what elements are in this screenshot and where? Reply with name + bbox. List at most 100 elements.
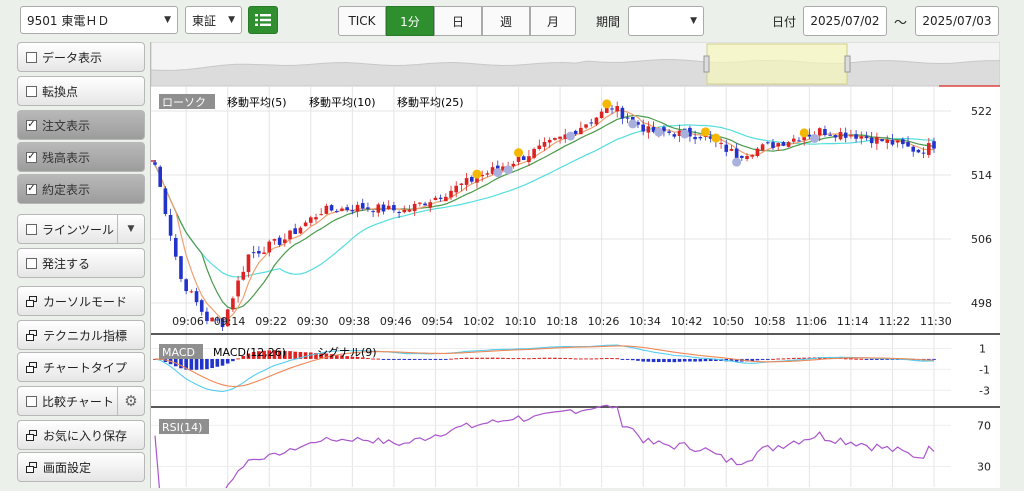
window-icon (26, 461, 38, 473)
trade-marker (602, 99, 612, 109)
macd-bar (194, 358, 199, 370)
price-tick-label: 498 (971, 297, 992, 310)
time-tick-label: 10:34 (629, 315, 661, 328)
compare-chart-toggle[interactable]: 比較チャート ⚙ (17, 386, 145, 416)
macd-axis: 1 -1 -3 (979, 342, 990, 397)
list-icon (255, 14, 271, 26)
candle-body (246, 254, 251, 273)
tab-tick[interactable]: TICK (338, 6, 386, 36)
candle-body (527, 156, 531, 163)
chart-canvas[interactable]: ローソク 移動平均(5) 移動平均(10) 移動平均(25) 498 506 514… (150, 41, 1001, 491)
candle-body (511, 163, 516, 167)
navigator-right-handle[interactable] (844, 55, 851, 73)
candle-body (599, 111, 604, 119)
macd-bar (288, 351, 292, 359)
checkbox-icon (26, 395, 37, 407)
candle-body (646, 126, 651, 133)
screen-settings-button[interactable]: 画面設定 (17, 452, 145, 482)
technical-indicator-button[interactable]: テクニカル指標 (17, 320, 145, 350)
chart-area[interactable]: ローソク 移動平均(5) 移動平均(10) 移動平均(25) 498 506 514… (150, 41, 1001, 491)
period-select[interactable]: ▼ (628, 6, 704, 36)
date-from-input[interactable]: 2025/07/02 (803, 6, 887, 36)
price-tick-label: 522 (971, 105, 992, 118)
macd-bar (438, 358, 443, 360)
candle-body (833, 135, 838, 138)
symbol-select[interactable]: 9501 東電ＨＤ ▼ (20, 6, 178, 34)
line-tool-toggle[interactable]: ラインツール ▼ (17, 214, 145, 244)
place-order-toggle[interactable]: 発注する (17, 248, 145, 278)
candle-body (766, 142, 770, 144)
macd-bar (766, 358, 770, 360)
candle-body (823, 128, 827, 136)
candle-body (542, 142, 547, 147)
window-icon (26, 361, 38, 373)
macd-bar (501, 357, 505, 359)
macd-bar (573, 358, 578, 360)
tab-1min[interactable]: 1分 (386, 6, 434, 36)
macd-bar (610, 358, 614, 360)
trade-marker (472, 169, 482, 179)
candle-body (153, 162, 157, 165)
macd-bar (698, 358, 703, 362)
candle-body (843, 132, 848, 138)
macd-bar (231, 358, 235, 362)
macd-bar (475, 357, 479, 359)
list-menu-button[interactable] (248, 6, 278, 34)
turning-point-toggle[interactable]: 転換点 (17, 76, 145, 106)
candle-body (324, 205, 329, 214)
date-to-input[interactable]: 2025/07/03 (915, 6, 999, 36)
compare-chart-settings[interactable]: ⚙ (117, 387, 144, 415)
candle-body (241, 271, 246, 280)
candle-body (454, 185, 459, 193)
navigator-left-handle[interactable] (703, 55, 710, 73)
candle-body (667, 131, 671, 133)
candle-body (163, 188, 168, 215)
candle-body (864, 136, 869, 139)
macd-bar (630, 358, 635, 361)
macd-bar (646, 358, 651, 362)
candle-body (184, 279, 188, 292)
trade-marker (799, 128, 809, 138)
time-tick-label: 10:02 (463, 315, 495, 328)
candle-body (776, 143, 780, 147)
chart-type-button[interactable]: チャートタイプ (17, 352, 145, 382)
candle-body (880, 139, 884, 142)
candle-body (828, 134, 832, 136)
favorite-save-button[interactable]: お気に入り保存 (17, 420, 145, 450)
macd-bar (558, 357, 562, 359)
macd-bar (225, 358, 230, 364)
execution-display-toggle[interactable]: ✓ 約定表示 (17, 174, 145, 204)
cursor-mode-button[interactable]: カーソルモード (17, 286, 145, 316)
candle-body (236, 280, 240, 297)
candle-body (553, 138, 557, 140)
candle-body (885, 139, 890, 143)
macd-bar (511, 358, 516, 360)
market-select[interactable]: 東証 ▼ (185, 6, 242, 34)
chevron-down-icon: ▼ (690, 16, 697, 26)
macd-bar (854, 358, 858, 360)
tab-month[interactable]: 月 (530, 6, 576, 36)
tab-day[interactable]: 日 (434, 6, 482, 36)
macd-bar (636, 358, 640, 361)
macd-bar (179, 358, 183, 369)
navigator[interactable] (150, 41, 1001, 87)
rsi-line (154, 404, 935, 491)
candle-body (283, 239, 287, 243)
navigator-window[interactable] (706, 43, 848, 85)
candle-body (376, 204, 381, 213)
tab-week[interactable]: 週 (482, 6, 530, 36)
order-display-toggle[interactable]: ✓ 注文表示 (17, 110, 145, 140)
line-tool-dropdown[interactable]: ▼ (117, 215, 144, 243)
checkbox-checked-icon: ✓ (26, 183, 37, 195)
macd-bar (579, 358, 583, 360)
macd-bar (423, 358, 427, 360)
candle-body (791, 138, 796, 142)
candle-body (605, 107, 609, 113)
data-display-toggle[interactable]: データ表示 (17, 42, 145, 72)
candle-body (895, 140, 900, 143)
candle-body (869, 137, 874, 144)
candle-body (817, 128, 822, 136)
balance-display-toggle[interactable]: ✓ 残高表示 (17, 142, 145, 172)
candle-body (267, 241, 272, 253)
macd-bar (599, 358, 604, 360)
